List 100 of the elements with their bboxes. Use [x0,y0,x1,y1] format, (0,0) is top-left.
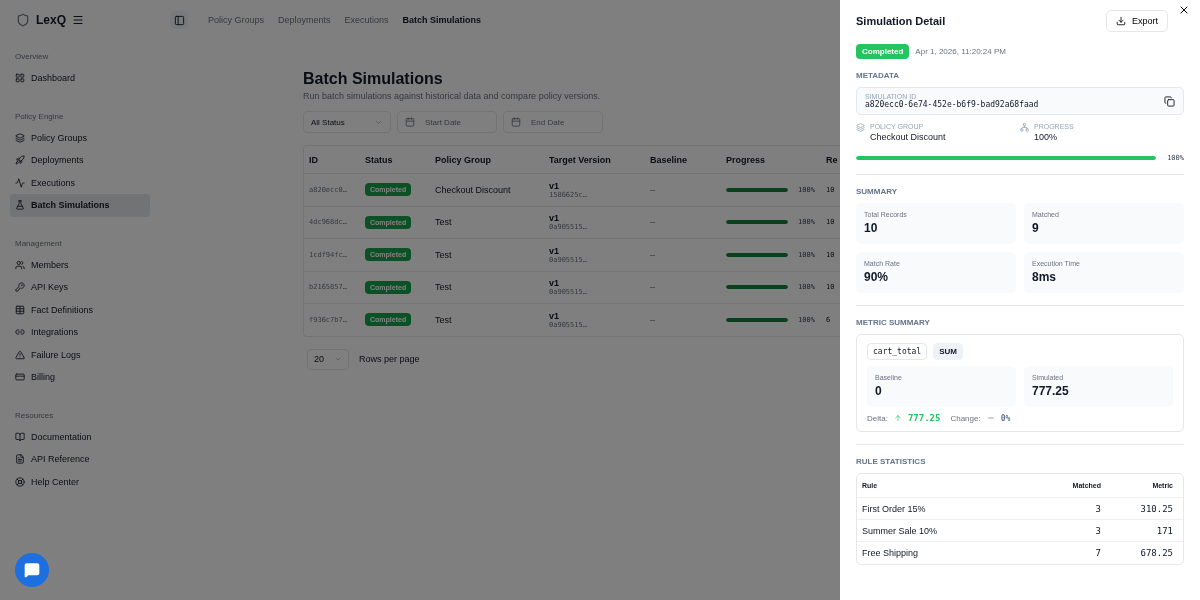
network-icon [1020,123,1029,132]
status-dropdown[interactable]: All Status [303,111,391,133]
table-cell-text: Summer Sale 10% [862,525,939,536]
aggregation-tag: SUM [933,343,963,360]
download-icon [1116,16,1126,26]
table-cell-text: – [650,281,656,295]
sidebar-item[interactable]: Integrations [10,321,150,344]
close-icon[interactable] [1178,4,1190,16]
metric-name-tag: cart_total [867,343,928,360]
table-cell-text: 7 [1094,548,1101,558]
column-header: Status [365,153,394,167]
column-header: Progress [726,153,767,167]
version-label: v1 [549,245,560,256]
delta-value: 777.25 [907,413,941,423]
stat-value: 8ms [1032,270,1058,284]
section-title: Resources [14,410,55,420]
version-label: v1 [549,180,560,191]
rows-per-page-dropdown[interactable]: 20 [307,348,349,370]
sidebar-item[interactable]: Deployments [10,149,150,172]
link-icon [15,327,25,338]
status-badge: Completed [856,44,910,59]
layers-icon [856,123,865,132]
flask-icon [15,200,25,211]
section-heading: METRIC SUMMARY [856,318,931,327]
sidebar-toggle-button[interactable] [170,11,188,29]
layers-icon [15,132,25,143]
table-cell-text: Free Shipping [862,548,920,558]
section-title: Policy Engine [14,111,65,121]
table-cell-text: – [650,216,656,230]
section-heading: RULE STATISTICS [856,457,927,466]
sidebar-item[interactable]: Members [10,253,150,276]
column-header: Re [826,153,839,167]
export-button[interactable]: Export [1106,10,1168,32]
start-date-field[interactable]: Start Date [397,111,497,133]
key-icon [15,282,25,293]
table-cell-text: Test [435,216,453,230]
sidebar-item[interactable]: Batch Simulations [10,194,150,217]
sidebar-item[interactable]: Dashboard [10,67,150,90]
column-header: Policy Group [435,153,492,167]
nav-link[interactable]: Batch Simulations [402,15,482,25]
change-label: Change: [950,413,981,423]
sidebar-item[interactable]: API Reference [10,448,150,471]
table-cell-text: Test [435,248,453,262]
page-subtitle: Run batch simulations against historical data and compare policy versions. [303,91,601,101]
timestamp: Apr 1, 2026, 11:20:24 PM [915,47,1006,56]
nav-link[interactable]: Deployments [278,15,331,25]
sidebar-item[interactable]: Executions [10,171,150,194]
table-cell-text: 678.25 [1139,548,1173,558]
shield-logo-icon [16,13,30,27]
lifebuoy-icon [15,476,25,487]
section-heading: SUMMARY [856,187,899,196]
drawer-title: Simulation Detail [856,15,946,27]
pulse-icon [15,177,25,188]
table-cell-text: Checkout Discount [435,183,512,197]
stat-value: 0 [875,384,883,398]
sidebar-item[interactable]: Documentation [10,425,150,448]
sidebar-item[interactable]: Fact Definitions [10,298,150,321]
document-icon [15,454,25,465]
table-cell-text: Test [435,313,453,327]
rocket-icon [15,155,25,166]
simulation-id: a820ecc0-6e74-452e-b6f9-bad92a68faad [865,100,1039,109]
credit-card-icon [15,372,25,383]
grid-icon [15,73,25,84]
menu-icon[interactable] [72,14,84,26]
section-title: Management [14,238,63,248]
table-cell-text: – [650,313,656,327]
sidebar-item[interactable]: Failure Logs [10,343,150,366]
users-icon [15,259,25,270]
table-cell-text: First Order 15% [862,503,927,514]
copy-icon[interactable] [1164,95,1175,107]
calendar-icon [511,117,521,127]
table-cell-text: – [650,248,656,262]
chat-button[interactable] [15,553,49,587]
sidebar-item[interactable]: API Keys [10,276,150,299]
minus-icon [986,414,995,422]
change-value: 0% [1000,413,1011,423]
sidebar-item[interactable]: Billing [10,366,150,389]
table-icon [15,304,25,315]
chevron-down-icon [334,355,342,363]
pagination-label: Rows per page [359,354,420,364]
table-cell-text: 3 [1094,503,1101,514]
stat-value: 777.25 [1032,384,1070,398]
field-value: 100% [1034,132,1059,142]
section-title: Overview [14,52,50,61]
table-cell-text: 3 [1094,525,1101,536]
table-cell-text: 310.25 [1139,503,1173,514]
warning-icon [15,349,25,360]
sidebar-item[interactable]: Help Center [10,470,150,493]
column-header: Baseline [650,153,689,167]
version-label: v1 [549,310,560,321]
table-cell-text: Test [435,281,453,295]
delta-label: Delta: [867,413,888,423]
nav-link[interactable]: Executions [344,15,389,25]
book-icon [15,431,25,442]
nav-link[interactable]: Policy Groups [208,15,265,25]
stat-value: 9 [1032,221,1040,235]
calendar-icon [405,117,415,127]
stat-value: 90% [864,270,890,284]
table-cell-text: – [650,183,656,197]
sidebar-item[interactable]: Policy Groups [10,126,150,149]
